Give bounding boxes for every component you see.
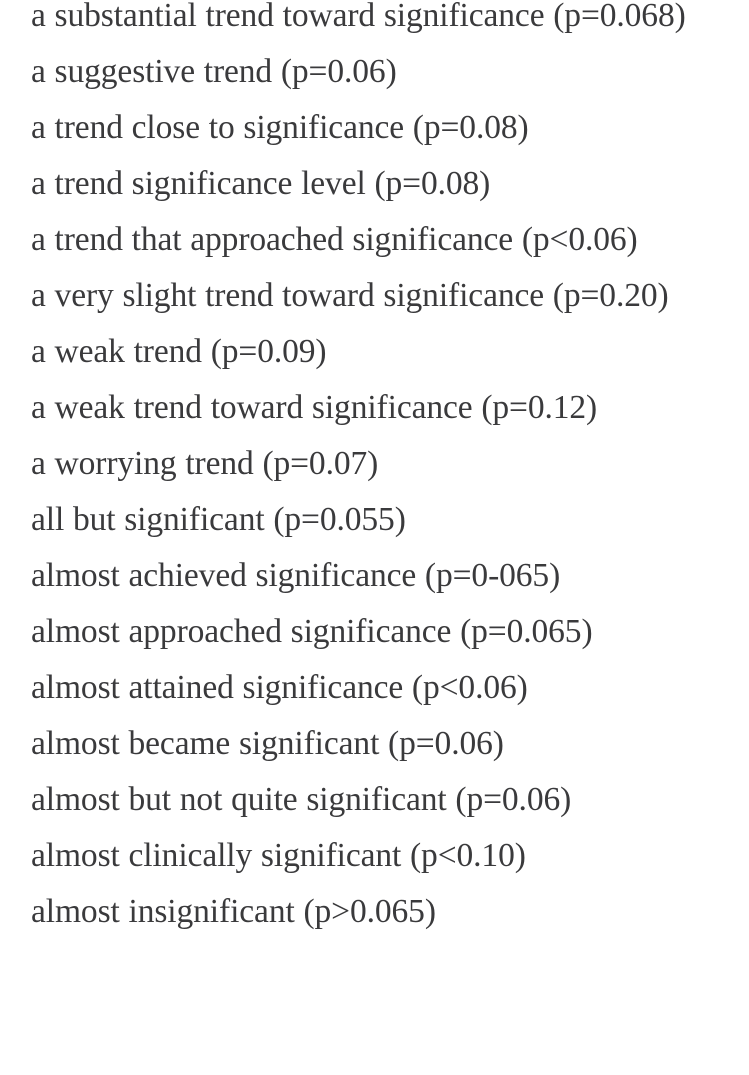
list-item: a trend close to significance (p=0.08) — [31, 109, 529, 146]
phrase-list: a substantial trend toward significance … — [0, 0, 749, 940]
list-item: a suggestive trend (p=0.06) — [31, 53, 397, 90]
list-item: all but significant (p=0.055) — [31, 501, 406, 538]
list-item: a trend that approached significance (p<… — [31, 221, 638, 258]
list-item: a substantial trend toward significance … — [31, 0, 686, 34]
list-item: a worrying trend (p=0.07) — [31, 445, 379, 482]
list-item: almost achieved significance (p=0-065) — [31, 557, 561, 594]
document-viewport[interactable]: a substantial trend toward significance … — [0, 0, 749, 1075]
list-item: a weak trend toward significance (p=0.12… — [31, 389, 598, 426]
list-item: a very slight trend toward significance … — [31, 277, 669, 314]
list-item: almost but not quite significant (p=0.06… — [31, 781, 572, 818]
list-item: a trend significance level (p=0.08) — [31, 165, 491, 202]
list-item: almost became significant (p=0.06) — [31, 725, 504, 762]
list-item: a weak trend (p=0.09) — [31, 333, 327, 370]
list-item: almost attained significance (p<0.06) — [31, 669, 528, 706]
list-item: almost insignificant (p>0.065) — [31, 893, 436, 930]
list-item: almost clinically significant (p<0.10) — [31, 837, 526, 874]
list-item: almost approached significance (p=0.065) — [31, 613, 593, 650]
